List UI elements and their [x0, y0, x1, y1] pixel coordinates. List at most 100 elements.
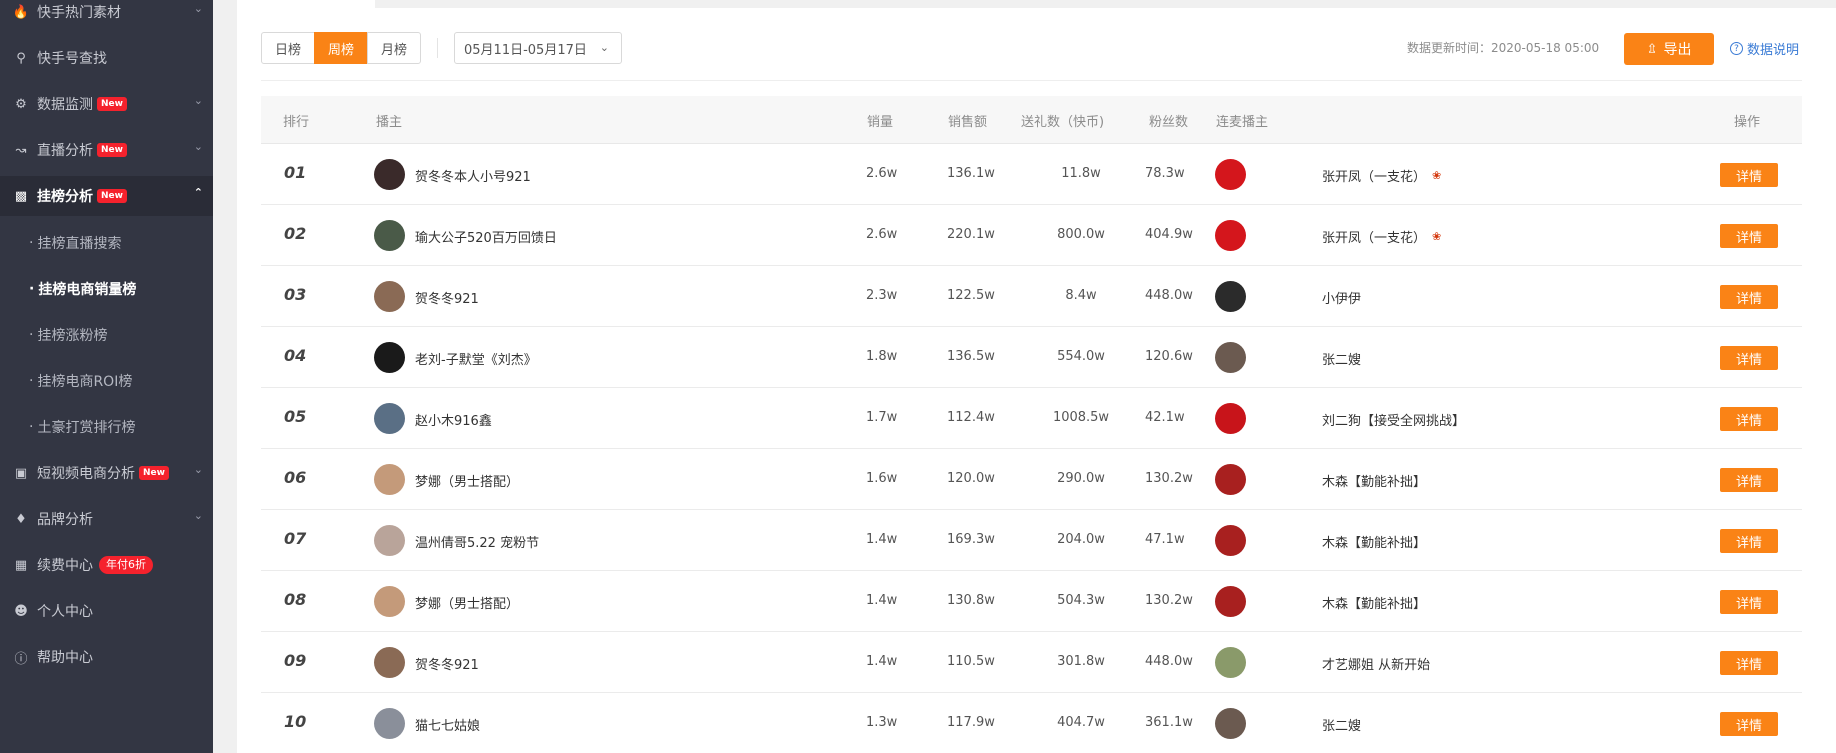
sub-item-roi-ranking[interactable]: · 挂榜电商ROI榜 [0, 361, 213, 401]
rank-number: 10 [284, 712, 307, 731]
tab-monthly[interactable]: 月榜 [367, 32, 421, 64]
col-revenue: 销售额 [948, 115, 988, 130]
mic-streamer-name[interactable]: 张二嫂 [1322, 349, 1361, 368]
detail-button[interactable]: 详情 [1720, 651, 1778, 675]
mic-streamer-avatar[interactable] [1215, 220, 1246, 251]
streamer-avatar[interactable] [374, 403, 405, 434]
fans-value: 42.1w [1145, 410, 1185, 425]
data-help-link[interactable]: ? 数据说明 [1730, 39, 1799, 58]
mic-streamer-name[interactable]: 张二嫂 [1322, 715, 1361, 734]
user-icon: ☻ [14, 603, 28, 619]
table-row: 06 梦娜（男士搭配） 1.6w 120.0w 290.0w 130.2w 木森【勤能补拙】… [261, 449, 1802, 510]
fans-value: 361.1w [1145, 715, 1193, 730]
sub-item-tip-ranking[interactable]: · 土豪打赏排行榜 [0, 407, 213, 447]
sub-item-live-search[interactable]: · 挂榜直播搜索 [0, 223, 213, 263]
nav-label: 短视频电商分析 [37, 466, 135, 482]
detail-button[interactable]: 详情 [1720, 285, 1778, 309]
detail-button[interactable]: 详情 [1720, 712, 1778, 736]
sub-item-sales-ranking[interactable]: · 挂榜电商销量榜 [0, 269, 213, 309]
nav-item-profile[interactable]: ☻ 个人中心 [0, 591, 213, 631]
revenue-value: 112.4w [947, 410, 995, 425]
card-icon: ▦ [14, 557, 28, 573]
mic-streamer-name[interactable]: 小伊伊 [1322, 288, 1361, 307]
mic-streamer-name[interactable]: 才艺娜姐 从新开始 [1322, 654, 1430, 673]
detail-button[interactable]: 详情 [1720, 468, 1778, 492]
streamer-name[interactable]: 赵小木916鑫 [415, 410, 492, 429]
mic-streamer-name[interactable]: 木森【勤能补拙】 [1322, 593, 1426, 612]
streamer-name[interactable]: 梦娜（男士搭配） [415, 593, 519, 612]
sub-item-fans-ranking[interactable]: · 挂榜涨粉榜 [0, 315, 213, 355]
streamer-name[interactable]: 瑜大公子520百万回馈日 [415, 227, 557, 246]
nav-label: 快手热门素材 [37, 5, 121, 21]
mic-streamer-avatar[interactable] [1215, 464, 1246, 495]
streamer-avatar[interactable] [374, 464, 405, 495]
nav-item-renewal[interactable]: ▦ 续费中心 年付6折 [0, 545, 213, 585]
mic-streamer-name[interactable]: 刘二狗【接受全网挑战】 [1322, 410, 1465, 429]
streamer-name[interactable]: 老刘-子默堂《刘杰》 [415, 349, 537, 368]
rose-icon: ❀ [1432, 230, 1442, 243]
mic-streamer-avatar[interactable] [1215, 708, 1246, 739]
mic-streamer-avatar[interactable] [1215, 525, 1246, 556]
mic-streamer-name[interactable]: 木森【勤能补拙】 [1322, 471, 1426, 490]
nav-item-data-monitor[interactable]: ⚙ 数据监测 New ⌄ [0, 84, 213, 124]
nav-item-brand-analysis[interactable]: ♦ 品牌分析 ⌄ [0, 499, 213, 539]
detail-button[interactable]: 详情 [1720, 224, 1778, 248]
mic-streamer-avatar[interactable] [1215, 342, 1246, 373]
detail-button[interactable]: 详情 [1720, 407, 1778, 431]
streamer-avatar[interactable] [374, 647, 405, 678]
streamer-avatar[interactable] [374, 586, 405, 617]
export-label: 导出 [1663, 42, 1692, 58]
nav-item-account-search[interactable]: ⚲ 快手号查找 [0, 38, 213, 78]
nav-item-ranking-analysis[interactable]: ▩ 挂榜分析 New ⌃ [0, 176, 213, 216]
streamer-avatar[interactable] [374, 281, 405, 312]
streamer-avatar[interactable] [374, 525, 405, 556]
mic-streamer-avatar[interactable] [1215, 647, 1246, 678]
revenue-value: 120.0w [947, 471, 995, 486]
detail-button[interactable]: 详情 [1720, 346, 1778, 370]
revenue-value: 122.5w [947, 288, 995, 303]
mic-streamer-name[interactable]: 张开凤（一支花） ❀ [1322, 227, 1441, 246]
streamer-name[interactable]: 猫七七姑娘 [415, 715, 480, 734]
export-button[interactable]: ⇫ 导出 [1624, 33, 1714, 65]
tab-daily[interactable]: 日榜 [261, 32, 315, 64]
mic-streamer-avatar[interactable] [1215, 159, 1246, 190]
revenue-value: 110.5w [947, 654, 995, 669]
streamer-name[interactable]: 贺冬冬本人小号921 [415, 166, 531, 185]
rank-number: 09 [284, 651, 307, 670]
detail-button[interactable]: 详情 [1720, 590, 1778, 614]
streamer-name[interactable]: 贺冬冬921 [415, 288, 479, 307]
table-row: 05 赵小木916鑫 1.7w 112.4w 1008.5w 42.1w 刘二狗【接受全网挑… [261, 388, 1802, 449]
mic-streamer-avatar[interactable] [1215, 403, 1246, 434]
nav-label: 挂榜分析 [37, 189, 93, 205]
streamer-name[interactable]: 梦娜（男士搭配） [415, 471, 519, 490]
nav-item-live-analysis[interactable]: ↝ 直播分析 New ⌄ [0, 130, 213, 170]
nav-item-help[interactable]: ⓘ 帮助中心 [0, 637, 213, 677]
date-range-select[interactable]: 05月11日-05月17日 ⌄ [454, 32, 622, 64]
mic-streamer-name[interactable]: 木森【勤能补拙】 [1322, 532, 1426, 551]
divider [437, 38, 438, 58]
rose-icon: ❀ [1432, 169, 1442, 182]
detail-button[interactable]: 详情 [1720, 529, 1778, 553]
nav-item-hot-materials[interactable]: 🔥 快手热门素材 ⌄ [0, 0, 213, 32]
table-header: 排行 播主 销量 销售额 送礼数（快币) 粉丝数 连麦播主 操作 [261, 96, 1802, 144]
new-badge: New [97, 97, 127, 111]
sales-value: 2.3w [866, 288, 898, 303]
table-row: 01 贺冬冬本人小号921 2.6w 136.1w 11.8w 78.3w 张开凤（一支花）… [261, 144, 1802, 205]
streamer-name[interactable]: 贺冬冬921 [415, 654, 479, 673]
streamer-avatar[interactable] [374, 220, 405, 251]
divider [261, 80, 1802, 81]
streamer-avatar[interactable] [374, 708, 405, 739]
new-badge: New [97, 189, 127, 203]
rank-number: 03 [284, 285, 307, 304]
mic-streamer-name[interactable]: 张开凤（一支花） ❀ [1322, 166, 1441, 185]
detail-button[interactable]: 详情 [1720, 163, 1778, 187]
streamer-avatar[interactable] [374, 159, 405, 190]
nav-label: 个人中心 [37, 604, 93, 620]
mic-streamer-avatar[interactable] [1215, 281, 1246, 312]
streamer-name[interactable]: 温州倩哥5.22 宠粉节 [415, 532, 539, 551]
gifts-value: 554.0w [1057, 349, 1105, 364]
mic-streamer-avatar[interactable] [1215, 586, 1246, 617]
nav-item-video-ecommerce[interactable]: ▣ 短视频电商分析 New ⌄ [0, 453, 213, 493]
streamer-avatar[interactable] [374, 342, 405, 373]
tab-weekly[interactable]: 周榜 [314, 32, 368, 64]
